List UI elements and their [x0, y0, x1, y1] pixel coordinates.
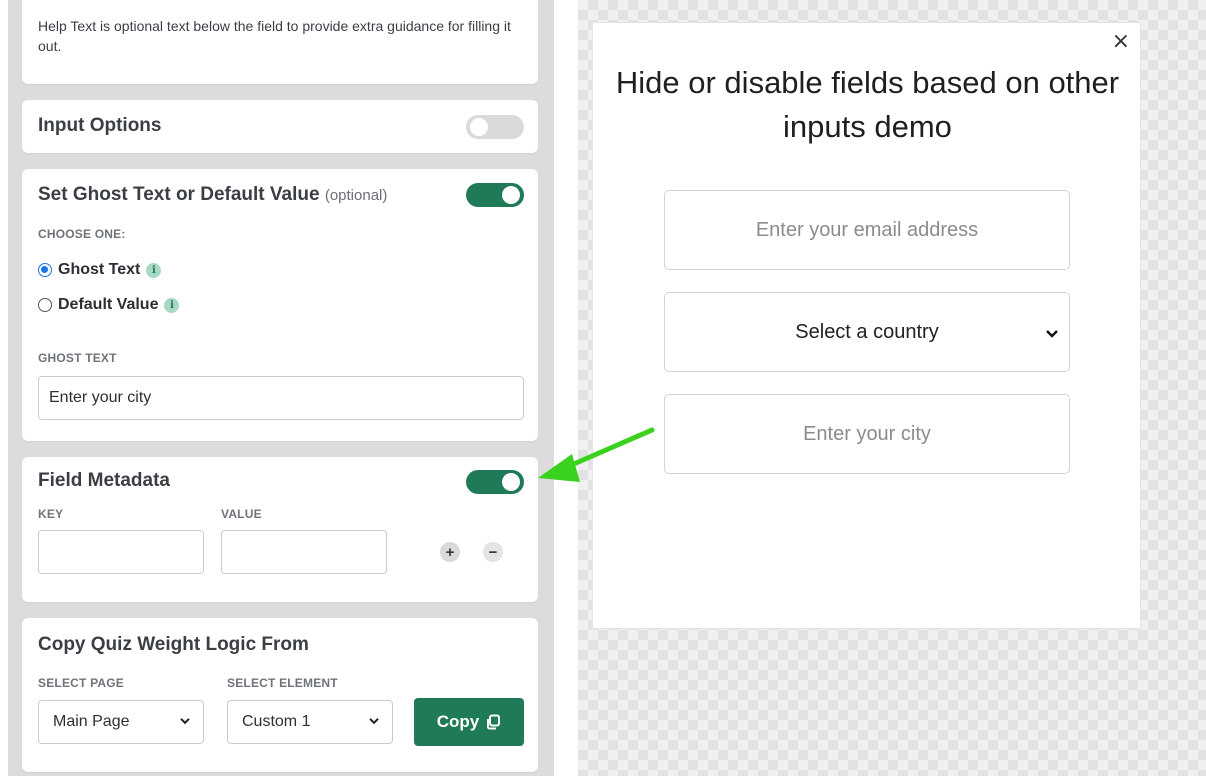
select-page-value: Main Page [53, 713, 130, 730]
select-page-dropdown[interactable]: Main Page [38, 700, 204, 744]
metadata-key-input[interactable] [38, 530, 204, 574]
radio-label: Default Value [58, 296, 159, 313]
ghost-text-title: Set Ghost Text or Default Value (optiona… [38, 184, 387, 206]
ghost-text-input[interactable]: Enter your city [38, 376, 524, 420]
email-placeholder: Enter your email address [755, 218, 979, 241]
close-icon[interactable]: × [1112, 29, 1130, 54]
help-text: Help Text is optional text below the fie… [38, 18, 511, 54]
form-title: Hide or disable fields based on other in… [615, 65, 1120, 144]
copy-button[interactable]: Copy [414, 698, 524, 746]
key-label: KEY [38, 507, 64, 521]
chevron-down-icon [369, 718, 379, 725]
radio-default-value[interactable]: Default Value i [38, 296, 180, 314]
form-preview-modal: × Hide or disable fields based on other … [592, 22, 1141, 629]
chevron-down-icon [180, 718, 190, 725]
value-label: VALUE [221, 507, 262, 521]
copy-button-label: Copy [436, 712, 480, 731]
choose-one-label: CHOOSE ONE: [38, 227, 126, 241]
copy-logic-card: Copy Quiz Weight Logic From SELECT PAGE … [22, 618, 538, 772]
minus-icon: − [488, 543, 498, 561]
input-options-title: Input Options [38, 115, 162, 136]
ghost-text-toggle[interactable] [466, 183, 524, 207]
country-select[interactable]: Select a country [664, 292, 1070, 372]
field-metadata-toggle[interactable] [466, 470, 524, 494]
copy-logic-title: Copy Quiz Weight Logic From [38, 634, 309, 655]
add-metadata-button[interactable]: + [440, 542, 460, 562]
country-select-value: Select a country [795, 320, 939, 343]
info-icon[interactable]: i [146, 262, 162, 278]
select-page-label: SELECT PAGE [38, 676, 124, 690]
remove-metadata-button[interactable]: − [483, 542, 503, 562]
city-placeholder: Enter your city [803, 422, 931, 445]
toggle-knob [470, 118, 488, 136]
toggle-knob [502, 186, 520, 204]
metadata-value-input[interactable] [221, 530, 387, 574]
radio-button[interactable] [38, 298, 52, 312]
input-options-card: Input Options [22, 100, 538, 153]
select-element-value: Custom 1 [242, 713, 311, 730]
form-preview-canvas: × Hide or disable fields based on other … [578, 0, 1206, 776]
field-metadata-card: Field Metadata KEY VALUE + − [22, 457, 538, 602]
radio-ghost-text[interactable]: Ghost Text i [38, 261, 162, 279]
ghost-text-card: Set Ghost Text or Default Value (optiona… [22, 169, 538, 441]
optional-label: (optional) [324, 187, 388, 204]
toggle-knob [502, 473, 520, 491]
settings-panel: Help Text is optional text below the fie… [8, 0, 554, 776]
info-icon[interactable]: i [164, 297, 180, 313]
email-field[interactable]: Enter your email address [664, 190, 1070, 270]
radio-label: Ghost Text [58, 261, 141, 278]
input-options-toggle[interactable] [466, 115, 524, 139]
plus-icon: + [445, 543, 455, 561]
radio-button[interactable] [38, 263, 52, 277]
help-text-card: Help Text is optional text below the fie… [22, 0, 538, 84]
field-metadata-title: Field Metadata [38, 470, 170, 491]
ghost-text-label: GHOST TEXT [38, 351, 117, 365]
city-field[interactable]: Enter your city [664, 394, 1070, 474]
copy-icon [487, 714, 501, 730]
ghost-text-title-label: Set Ghost Text or Default Value [38, 184, 320, 205]
select-element-label: SELECT ELEMENT [227, 676, 338, 690]
chevron-down-icon [1046, 330, 1058, 338]
select-element-dropdown[interactable]: Custom 1 [227, 700, 393, 744]
